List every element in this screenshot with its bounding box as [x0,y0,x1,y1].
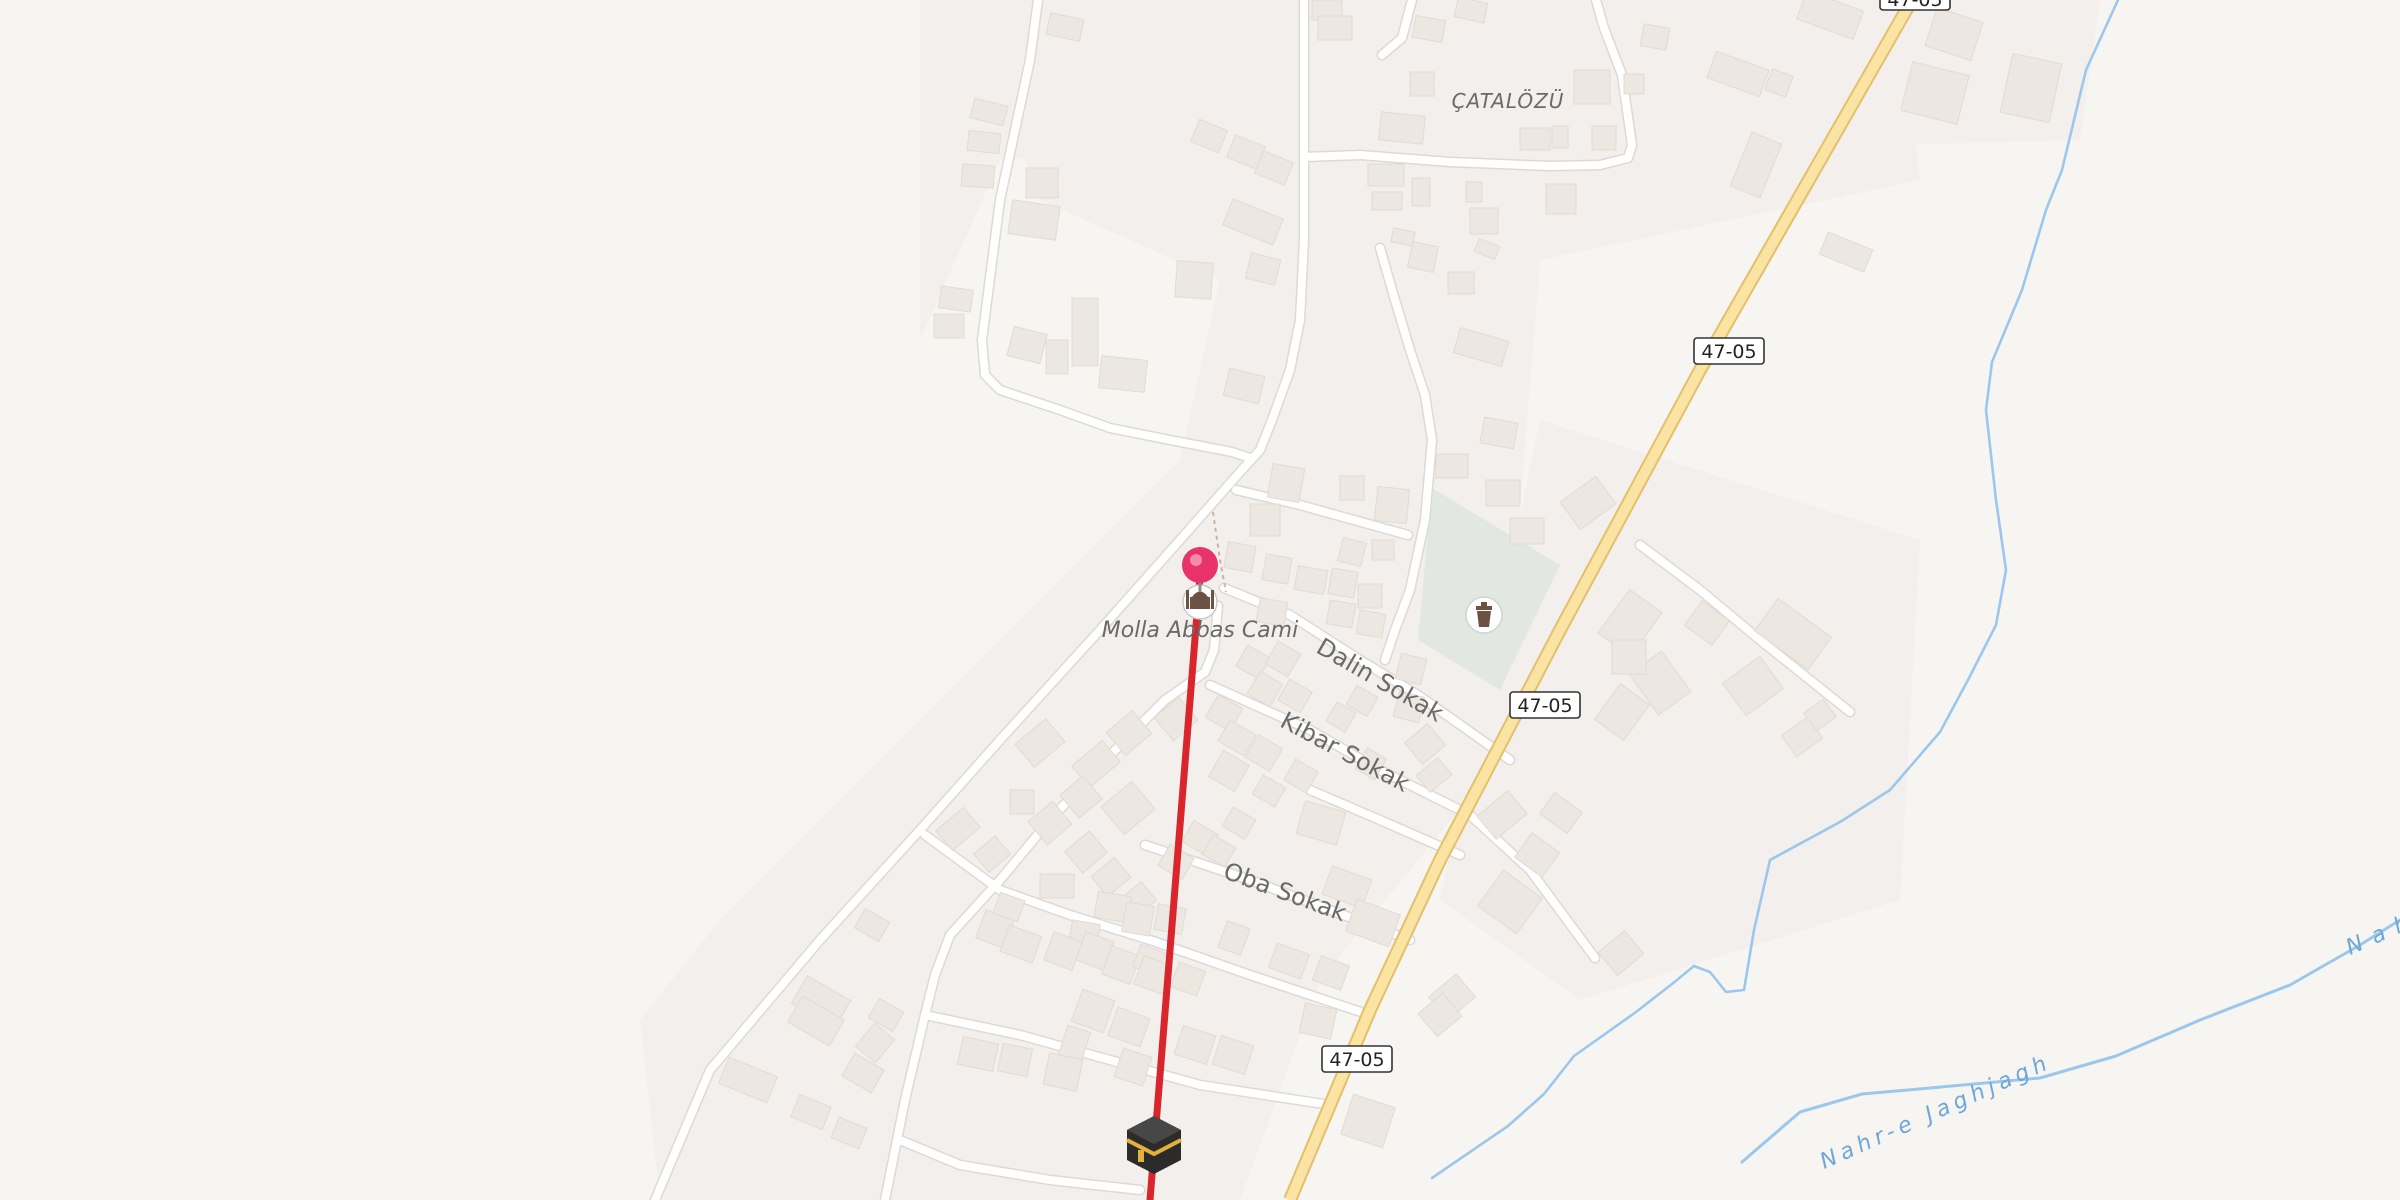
route-shield: 47-05 [1509,691,1581,719]
route-shield-label: 47-05 [1517,695,1572,717]
route-shield: 47-05 [1693,337,1765,365]
cemetery-icon[interactable] [1465,596,1503,634]
route-shield-label: 47-05 [1887,0,1942,11]
map-canvas[interactable]: 47-05 47-05 47-05 47-05 ÇATALÖZÜ Molla A… [0,0,2400,1200]
route-shield: 47-05 [1879,0,1951,11]
route-shield-label: 47-05 [1329,1049,1384,1071]
route-shield: 47-05 [1321,1045,1393,1073]
place-label: ÇATALÖZÜ [1452,89,1565,113]
route-shield-label: 47-05 [1701,341,1756,363]
poi-label: Molla Abbas Cami [1102,618,1298,643]
